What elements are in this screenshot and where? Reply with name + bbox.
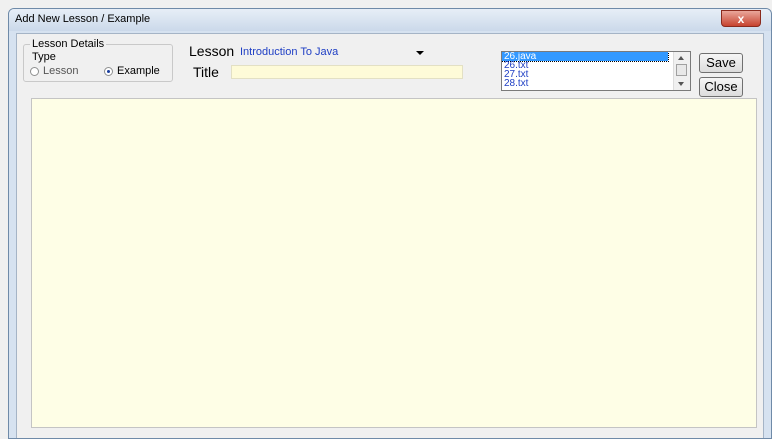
- lesson-details-group: Lesson Details Type Lesson Example: [23, 38, 173, 82]
- dialog-window: Add New Lesson / Example x Lesson Detail…: [8, 8, 772, 439]
- lesson-label: Lesson: [189, 43, 235, 59]
- title-input[interactable]: [231, 65, 463, 79]
- scroll-down-icon[interactable]: [678, 82, 684, 86]
- title-bar[interactable]: Add New Lesson / Example x: [9, 9, 771, 31]
- window-title: Add New Lesson / Example: [15, 13, 151, 25]
- lesson-dropdown-value: Introduction To Java: [240, 46, 339, 58]
- lesson-dropdown[interactable]: Introduction To Java: [237, 45, 430, 61]
- radio-lesson[interactable]: Lesson: [30, 65, 78, 77]
- group-label: Lesson Details: [30, 38, 107, 50]
- scroll-thumb[interactable]: [676, 64, 687, 76]
- list-item[interactable]: 28.txt: [502, 79, 668, 89]
- file-listbox[interactable]: 26.java 26.txt 27.txt 28.txt: [501, 51, 691, 91]
- scroll-up-icon[interactable]: [678, 56, 684, 60]
- title-label: Title: [193, 64, 219, 80]
- dialog-client: Lesson Details Type Lesson Example Lesso…: [16, 33, 764, 438]
- save-button[interactable]: Save: [699, 53, 743, 73]
- close-button[interactable]: Close: [699, 77, 743, 97]
- radio-example-label: Example: [117, 65, 160, 77]
- content-editor[interactable]: [31, 98, 757, 428]
- listbox-scrollbar[interactable]: [673, 52, 690, 90]
- type-label: Type: [32, 51, 56, 63]
- radio-example-icon: [104, 66, 113, 76]
- window-close-button[interactable]: x: [721, 10, 761, 27]
- chevron-down-icon: [416, 51, 424, 55]
- radio-example[interactable]: Example: [104, 65, 160, 77]
- radio-lesson-label: Lesson: [43, 65, 79, 77]
- radio-lesson-icon: [30, 66, 39, 76]
